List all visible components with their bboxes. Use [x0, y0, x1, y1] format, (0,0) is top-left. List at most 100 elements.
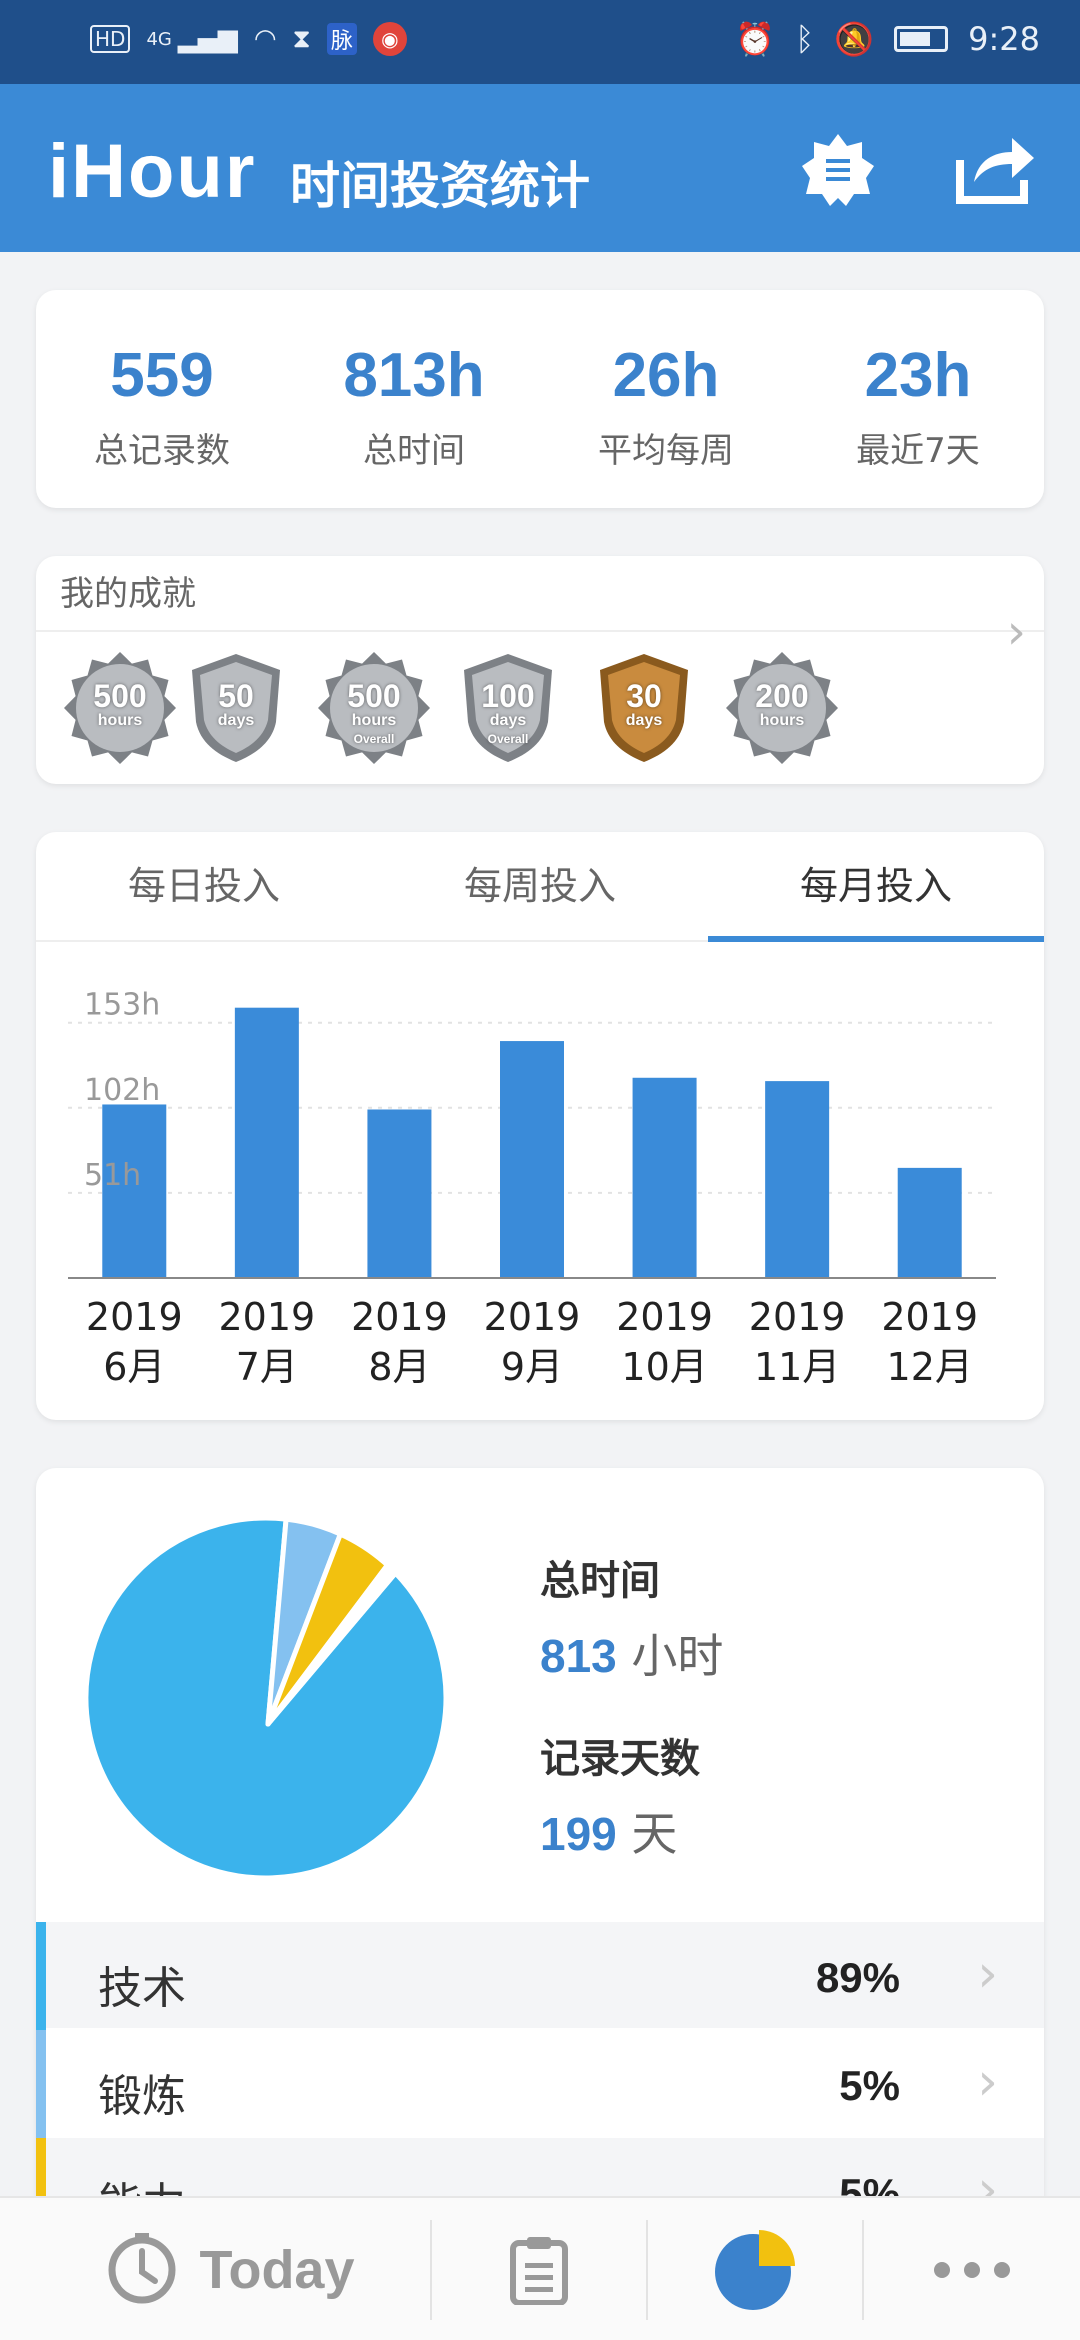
achievement-badge[interactable]: 30 days [584, 648, 704, 768]
x-tick-label: 2019 [881, 1295, 978, 1339]
category-name: 锻炼 [98, 2071, 186, 2122]
app-brand-logo: iHour [48, 129, 257, 214]
y-tick-label: 51h [84, 1158, 141, 1193]
x-tick-label: 2019 [351, 1295, 448, 1339]
badge-unit: hours [97, 712, 143, 729]
nav-statistics[interactable] [648, 2198, 862, 2340]
badge-unit: days [489, 712, 527, 729]
monthly-bar-chart: 2019 6月 2019 7月 2019 8月 2019 9月 2019 10月 2019 11月 20… [68, 988, 996, 1389]
category-row[interactable]: 锻炼 5% › [36, 2030, 1044, 2138]
stat-total-time: 813h 总时间 [288, 290, 540, 508]
stat-label: 平均每周 [598, 431, 734, 471]
bar[interactable] [234, 1007, 299, 1278]
category-percent: 89% [815, 1954, 900, 2001]
x-tick-label: 11月 [754, 1345, 840, 1389]
more-dots-icon [934, 2262, 1010, 2278]
stat-value: 23h [864, 341, 972, 410]
share-button[interactable] [954, 130, 1038, 206]
share-icon [956, 138, 1034, 204]
total-time-value: 813 小时 [540, 1620, 723, 1686]
hd-indicator: HD [90, 25, 131, 53]
x-tick-label: 8月 [368, 1345, 430, 1389]
badge-unit: days [625, 712, 663, 729]
bar[interactable] [897, 1167, 962, 1278]
stat-total-records: 559 总记录数 [36, 290, 288, 508]
chevron-right-icon: › [977, 1944, 998, 2004]
bar[interactable] [500, 1041, 564, 1278]
badge-number: 50 [218, 678, 254, 714]
achievement-badge[interactable]: 500 hours [60, 648, 180, 768]
chevron-right-icon: › [977, 2052, 998, 2112]
x-tick-label: 2019 [86, 1295, 183, 1339]
settings-button[interactable] [800, 132, 876, 208]
record-days-unit: 天 [631, 1807, 678, 1861]
active-tab-indicator [708, 936, 1044, 942]
period-tabs: 每日投入 每周投入 每月投入 [36, 832, 1044, 942]
alarm-icon: ⏰ [735, 20, 776, 58]
x-tick-label: 7月 [236, 1345, 298, 1389]
nav-records[interactable] [432, 2198, 646, 2340]
clock-icon [108, 2233, 176, 2304]
chevron-right-icon[interactable]: › [1007, 604, 1026, 660]
y-tick-label: 153h [84, 988, 160, 1023]
badge-subtitle: Overall [487, 732, 529, 746]
record-days-label: 记录天数 [540, 1736, 700, 1782]
stat-label: 总记录数 [94, 431, 230, 471]
badge-row: 500 hours 50 days 500 hours Overall 100 days Over… [36, 634, 1044, 784]
category-color-bar [36, 2030, 46, 2138]
stat-last-7-days: 23h 最近7天 [792, 290, 1044, 508]
achievement-badge[interactable]: 500 hours Overall [314, 648, 434, 768]
category-color-bar [36, 1922, 46, 2030]
nav-today[interactable]: Today [60, 2198, 400, 2340]
category-name: 技术 [98, 1963, 186, 2014]
page-title: 时间投资统计 [290, 157, 590, 215]
x-tick-label: 2019 [218, 1295, 315, 1339]
record-days-block: 记录天数 199 天 [540, 1726, 700, 1864]
stat-label: 最近7天 [856, 431, 980, 471]
bar[interactable] [367, 1109, 432, 1278]
total-hours: 813 [540, 1630, 617, 1682]
pie-chart-icon [715, 2230, 795, 2310]
gear-icon [802, 134, 874, 206]
tab-daily[interactable]: 每日投入 [36, 832, 372, 940]
achievement-badge[interactable]: 100 days Overall [448, 648, 568, 768]
category-pie-chart [83, 1515, 449, 1881]
clock-time: 9:28 [968, 20, 1040, 58]
bluetooth-icon: ᛒ [795, 20, 815, 58]
achievement-badge[interactable]: 200 hours [722, 648, 842, 768]
maimai-app-icon: 脉 [326, 23, 357, 55]
bar[interactable] [632, 1077, 697, 1278]
stat-weekly-average: 26h 平均每周 [540, 290, 792, 508]
badge-number: 100 [481, 678, 535, 714]
x-tick-label: 2019 [749, 1295, 846, 1339]
x-tick-label: 9月 [501, 1345, 563, 1389]
record-days-value: 199 天 [540, 1798, 700, 1864]
total-time-block: 总时间 813 小时 [540, 1548, 723, 1686]
achievements-card[interactable]: 我的成就 500 hours 50 days 500 hours Overall 100 day… [36, 556, 1044, 784]
total-time-label: 总时间 [540, 1558, 660, 1604]
badge-number: 500 [93, 678, 147, 714]
badge-number: 500 [347, 678, 401, 714]
x-tick-label: 2019 [484, 1295, 581, 1339]
stat-value: 813h [343, 341, 485, 410]
clipboard-icon [510, 2237, 568, 2305]
tab-weekly[interactable]: 每周投入 [372, 832, 708, 940]
wifi-icon: ◠ [253, 24, 277, 54]
bottom-navigation: Today [0, 2196, 1080, 2340]
category-row[interactable]: 技术 89% › [36, 1922, 1044, 2030]
stat-value: 26h [612, 341, 720, 410]
bar[interactable] [765, 1081, 830, 1278]
app-bar: iHour 时间投资统计 [0, 84, 1080, 252]
badge-number: 200 [755, 678, 809, 714]
stats-card: 559 总记录数 813h 总时间 26h 平均每周 23h 最近7天 [36, 290, 1044, 508]
badge-unit: hours [351, 712, 397, 729]
achievement-badge[interactable]: 50 days [176, 648, 296, 768]
tab-monthly[interactable]: 每月投入 [708, 832, 1044, 940]
nav-more[interactable] [864, 2198, 1080, 2340]
badge-unit: days [217, 712, 255, 729]
badge-subtitle: Overall [353, 732, 395, 746]
investment-chart-card: 每日投入 每周投入 每月投入 2019 6月 2019 7月 2019 8月 2019 9月 2… [36, 832, 1044, 1420]
achievements-title: 我的成就 [36, 556, 1044, 632]
x-tick-label: 2019 [616, 1295, 713, 1339]
status-bar: HD 4G ▂▄▆ ◠ ⧗ 脉 ◉ ⏰ ᛒ 🔕 9:28 [0, 0, 1080, 84]
